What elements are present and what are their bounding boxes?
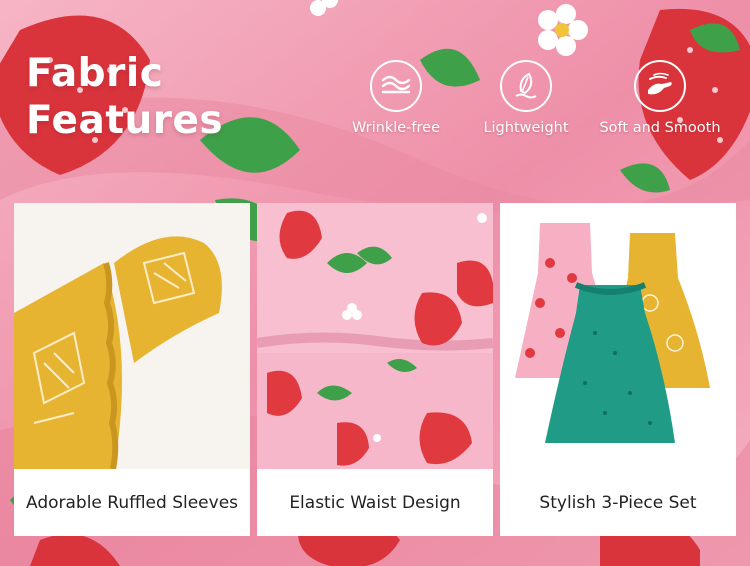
feature-label: Lightweight bbox=[483, 120, 569, 136]
feature-lightweight: Lightweight bbox=[476, 60, 576, 136]
elastic-waist-image bbox=[257, 203, 493, 469]
feature-label: Soft and Smooth bbox=[599, 120, 721, 136]
title-line-2: Features bbox=[26, 98, 224, 143]
card-caption: Adorable Ruffled Sleeves bbox=[25, 492, 239, 513]
hand-smooth-icon bbox=[634, 60, 686, 112]
feather-icon bbox=[500, 60, 552, 112]
product-feature-banner: Fabric Features Wrinkle-free Lightweight bbox=[0, 0, 750, 566]
feature-card-3-piece-set: Stylish 3-Piece Set bbox=[500, 203, 736, 536]
card-caption: Elastic Waist Design bbox=[289, 492, 461, 513]
title-line-1: Fabric bbox=[26, 51, 164, 96]
feature-wrinkle-free: Wrinkle-free bbox=[346, 60, 446, 136]
feature-card-elastic-waist: Elastic Waist Design bbox=[257, 203, 493, 536]
feature-label: Wrinkle-free bbox=[351, 120, 441, 136]
card-caption: Stylish 3-Piece Set bbox=[539, 492, 697, 513]
wrinkle-free-icon bbox=[370, 60, 422, 112]
page-title: Fabric Features bbox=[26, 50, 223, 144]
ruffled-sleeve-image bbox=[14, 203, 250, 469]
feature-card-ruffled-sleeves: Adorable Ruffled Sleeves bbox=[14, 203, 250, 536]
feature-soft-smooth: Soft and Smooth bbox=[596, 60, 724, 136]
three-dress-set-image bbox=[500, 203, 736, 469]
